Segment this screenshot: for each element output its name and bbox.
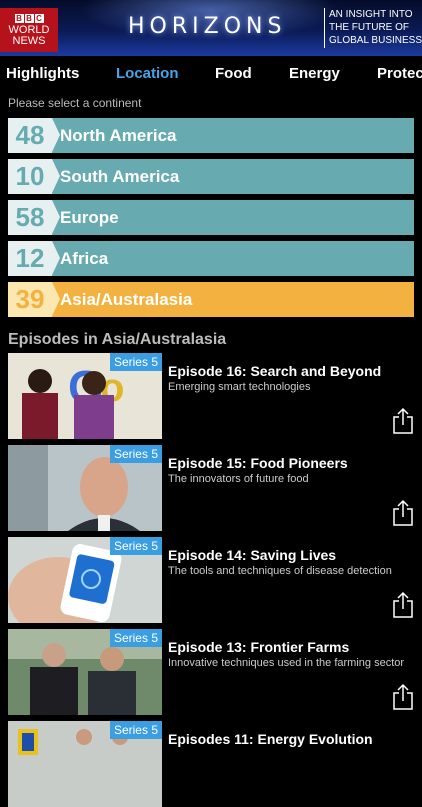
- episode-thumbnail[interactable]: Series 5: [8, 629, 162, 715]
- episode-title: Episode 16: Search and Beyond: [168, 363, 382, 379]
- tagline-line: THE FUTURE OF: [329, 22, 409, 33]
- episode-count: 10: [8, 159, 60, 194]
- episode-row[interactable]: G o Series 5 Episode 16: Search and Beyo…: [0, 353, 422, 439]
- episodes-section-title: Episodes in Asia/Australasia: [8, 331, 227, 348]
- episode-title: Episode 15: Food Pioneers: [168, 455, 348, 471]
- tagline: AN INSIGHT INTO THE FUTURE OF GLOBAL BUS…: [324, 8, 422, 48]
- episode-thumbnail[interactable]: Series 5: [8, 445, 162, 531]
- continent-south-america[interactable]: 10 South America: [8, 159, 414, 194]
- continent-prompt: Please select a continent: [8, 96, 142, 110]
- tagline-line: AN INSIGHT INTO: [329, 9, 413, 20]
- series-badge: Series 5: [109, 353, 162, 371]
- continent-africa[interactable]: 12 Africa: [8, 241, 414, 276]
- continent-name: North America: [60, 126, 177, 145]
- bbc-line2: NEWS: [12, 34, 46, 47]
- episode-subtitle: Innovative techniques used in the farmin…: [168, 657, 405, 669]
- horizons-logo: HORIZONS: [128, 14, 287, 39]
- episode-row[interactable]: Series 5 Episodes 11: Energy Evolution: [0, 721, 422, 807]
- episode-subtitle: Emerging smart technologies: [168, 381, 311, 393]
- episode-thumbnail[interactable]: Series 5: [8, 721, 162, 807]
- series-badge: Series 5: [109, 537, 162, 555]
- episode-count: 58: [8, 200, 60, 235]
- tab-location[interactable]: Location: [116, 65, 179, 82]
- continent-name: Europe: [60, 208, 119, 227]
- bbc-letter: B: [24, 13, 34, 23]
- bbc-letter: C: [34, 13, 44, 23]
- episode-count: 48: [8, 118, 60, 153]
- episode-row[interactable]: Series 5 Episode 13: Frontier Farms Inno…: [0, 629, 422, 715]
- bbc-world-news-logo: B B C WORLD NEWS: [0, 8, 58, 52]
- series-badge: Series 5: [109, 445, 162, 463]
- share-icon[interactable]: [392, 591, 414, 619]
- continent-name: Africa: [60, 249, 109, 268]
- continent-north-america[interactable]: 48 North America: [8, 118, 414, 153]
- series-badge: Series 5: [109, 721, 162, 739]
- episode-subtitle: The innovators of future food: [168, 473, 309, 485]
- episode-count: 39: [8, 282, 60, 317]
- episode-row[interactable]: Series 5 Episode 14: Saving Lives The to…: [0, 537, 422, 623]
- episode-thumbnail[interactable]: G o Series 5: [8, 353, 162, 439]
- tab-food[interactable]: Food: [215, 65, 252, 82]
- episode-thumbnail[interactable]: Series 5: [8, 537, 162, 623]
- episode-title: Episodes 11: Energy Evolution: [168, 731, 373, 747]
- app-header: B B C WORLD NEWS HORIZONS AN INSIGHT INT…: [0, 0, 422, 56]
- share-icon[interactable]: [392, 407, 414, 435]
- continent-asia-australasia[interactable]: 39 Asia/Australasia: [8, 282, 414, 317]
- share-icon[interactable]: [392, 499, 414, 527]
- episode-title: Episode 14: Saving Lives: [168, 547, 337, 563]
- continent-name: Asia/Australasia: [60, 290, 193, 309]
- episode-row[interactable]: Series 5 Episode 15: Food Pioneers The i…: [0, 445, 422, 531]
- share-icon[interactable]: [392, 683, 414, 711]
- tab-protection[interactable]: Protec: [377, 65, 422, 82]
- bbc-line1: WORLD: [8, 23, 50, 36]
- continent-europe[interactable]: 58 Europe: [8, 200, 414, 235]
- tab-energy[interactable]: Energy: [289, 65, 340, 82]
- tab-highlights[interactable]: Highlights: [6, 65, 79, 82]
- episode-subtitle: The tools and techniques of disease dete…: [168, 565, 392, 577]
- tab-bar: Highlights Location Food Energy Protec: [0, 56, 422, 92]
- series-badge: Series 5: [109, 629, 162, 647]
- continent-name: South America: [60, 167, 180, 186]
- tagline-line: GLOBAL BUSINESS: [329, 35, 422, 46]
- episode-count: 12: [8, 241, 60, 276]
- bbc-letter: B: [14, 13, 24, 23]
- episode-title: Episode 13: Frontier Farms: [168, 639, 350, 655]
